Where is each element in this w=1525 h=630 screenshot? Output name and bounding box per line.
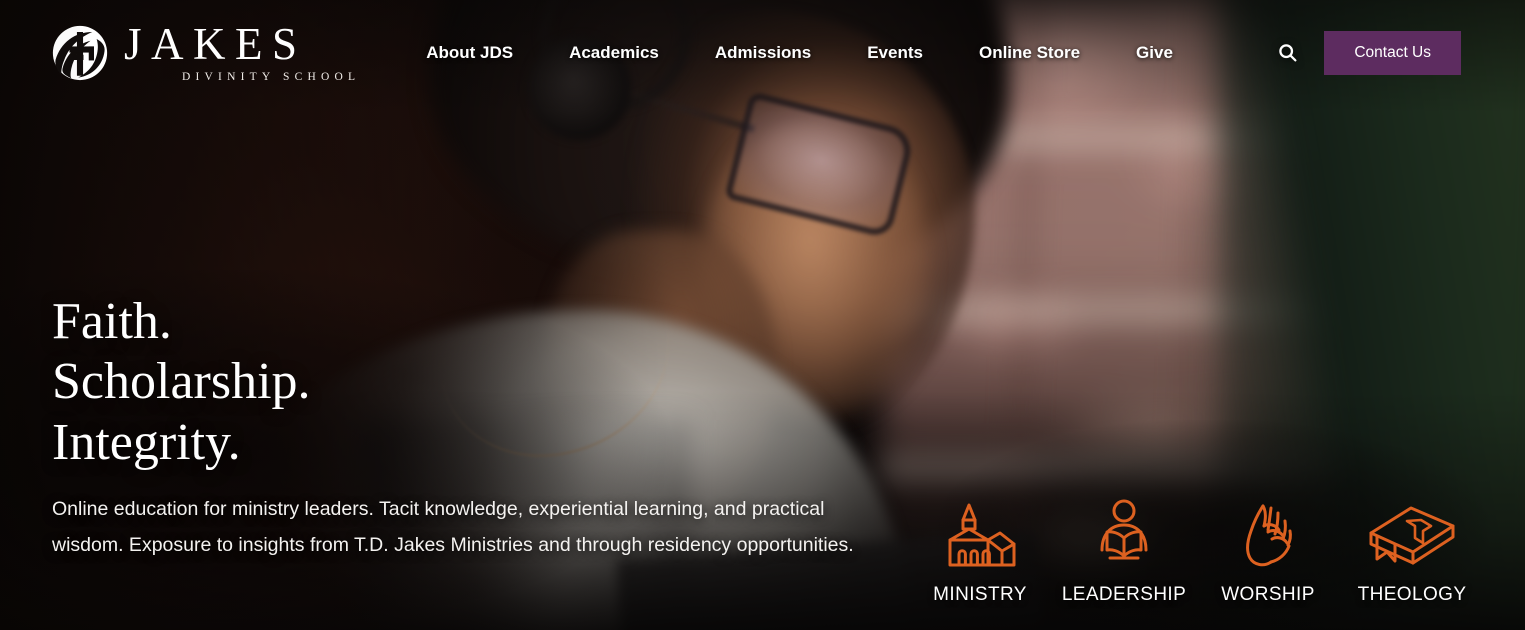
- pillar-ministry-icon-wrap: [940, 494, 1020, 572]
- hero-headline-line-3: Integrity.: [52, 413, 241, 471]
- logo-tagline: DIVINITY SCHOOL: [182, 70, 361, 83]
- header-actions: Contact Us: [1271, 30, 1461, 75]
- church-icon: [948, 503, 1016, 567]
- hero-subtitle: Online education for ministry leaders. T…: [52, 497, 854, 556]
- pillar-theology-icon-wrap: [1363, 494, 1461, 572]
- hero-section: JAKES DIVINITY SCHOOL About JDS Academic…: [0, 0, 1525, 630]
- jds-circle-cross-logo-icon: [52, 25, 108, 80]
- pillar-ministry-label: MINISTRY: [933, 584, 1027, 605]
- hero-copy: Faith. Scholarship. Integrity. Online ed…: [52, 292, 892, 563]
- pillar-links: MINISTRY LEADERSHIP WORSHIP THEOLOGY: [925, 494, 1467, 606]
- logo-name: JAKES: [124, 18, 307, 69]
- hero-headline: Faith. Scholarship. Integrity.: [52, 292, 892, 473]
- nav-item-online-store[interactable]: Online Store: [979, 33, 1080, 73]
- nav-item-academics[interactable]: Academics: [569, 33, 659, 73]
- nav-item-about-jds[interactable]: About JDS: [426, 33, 513, 73]
- pillar-theology[interactable]: THEOLOGY: [1357, 494, 1467, 606]
- pillar-theology-label: THEOLOGY: [1357, 584, 1467, 605]
- contact-us-button[interactable]: Contact Us: [1324, 30, 1461, 75]
- pillar-leadership-icon-wrap: [1088, 494, 1160, 572]
- site-header: JAKES DIVINITY SCHOOL About JDS Academic…: [0, 0, 1525, 105]
- pillar-worship[interactable]: WORSHIP: [1213, 494, 1323, 606]
- site-logo[interactable]: JAKES DIVINITY SCHOOL: [52, 18, 361, 84]
- nav-item-events[interactable]: Events: [867, 33, 923, 73]
- search-button[interactable]: [1271, 36, 1304, 69]
- pillar-worship-icon-wrap: [1233, 494, 1303, 572]
- primary-navigation: About JDS Academics Admissions Events On…: [426, 33, 1271, 73]
- nav-item-give[interactable]: Give: [1136, 33, 1173, 73]
- hero-headline-line-1: Faith.: [52, 293, 172, 350]
- hero-headline-line-2: Scholarship.: [52, 353, 311, 411]
- person-reading-icon: [1100, 499, 1148, 560]
- bible-with-cross-icon: [1369, 506, 1455, 565]
- pillar-leadership[interactable]: LEADERSHIP: [1062, 494, 1186, 606]
- logo-wordmark: JAKES DIVINITY SCHOOL: [122, 18, 361, 84]
- nav-item-admissions[interactable]: Admissions: [715, 33, 811, 73]
- pillar-ministry[interactable]: MINISTRY: [925, 494, 1035, 606]
- pillar-leadership-label: LEADERSHIP: [1061, 584, 1187, 605]
- praying-hands-icon: [1246, 504, 1292, 567]
- pillar-worship-label: WORSHIP: [1221, 584, 1315, 605]
- search-icon: [1279, 44, 1297, 62]
